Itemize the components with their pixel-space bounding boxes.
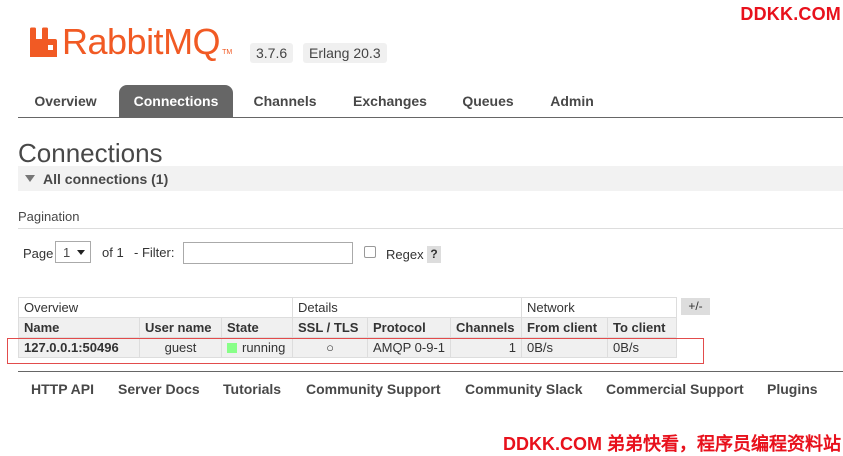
main-nav: Overview Connections Channels Exchanges … bbox=[18, 85, 843, 118]
tab-connections[interactable]: Connections bbox=[119, 85, 233, 117]
pagination-label: Pagination bbox=[18, 209, 80, 224]
footer: HTTP API Server Docs Tutorials Community… bbox=[18, 371, 843, 406]
tab-overview[interactable]: Overview bbox=[18, 85, 113, 117]
group-network: Network bbox=[521, 297, 678, 318]
row-highlight-annotation bbox=[7, 338, 704, 364]
footer-link-tutorials[interactable]: Tutorials bbox=[223, 381, 281, 397]
col-name[interactable]: Name bbox=[18, 317, 140, 338]
footer-link-server-docs[interactable]: Server Docs bbox=[118, 381, 200, 397]
all-connections-toggle[interactable]: All connections (1) bbox=[18, 166, 843, 191]
page-select-value: 1 bbox=[63, 245, 71, 260]
footer-link-commercial-support[interactable]: Commercial Support bbox=[606, 381, 744, 397]
pagination-divider bbox=[18, 228, 843, 229]
chevron-down-icon bbox=[77, 250, 85, 255]
footer-link-community-support[interactable]: Community Support bbox=[306, 381, 441, 397]
col-channels[interactable]: Channels bbox=[450, 317, 523, 338]
brand-tm: TM bbox=[222, 48, 233, 56]
columns-toggle-button[interactable]: +/- bbox=[681, 298, 710, 315]
version-badge: 3.7.6 bbox=[250, 43, 294, 63]
brand-name: RabbitMQ bbox=[62, 21, 221, 62]
group-overview: Overview bbox=[18, 297, 293, 318]
col-state[interactable]: State bbox=[221, 317, 293, 338]
filter-label: - Filter: bbox=[134, 245, 175, 260]
footer-link-plugins[interactable]: Plugins bbox=[767, 381, 818, 397]
tab-admin[interactable]: Admin bbox=[535, 85, 609, 117]
col-user-name[interactable]: User name bbox=[139, 317, 222, 338]
page-title: Connections bbox=[18, 138, 163, 168]
regex-help-button[interactable]: ? bbox=[427, 246, 441, 263]
page-of-label: of 1 bbox=[102, 245, 124, 260]
page-label: Page bbox=[23, 246, 54, 261]
collapse-triangle-icon bbox=[25, 175, 35, 182]
rabbitmq-logo[interactable]: RabbitMQ TM bbox=[29, 22, 232, 62]
rabbitmq-logo-icon bbox=[30, 27, 57, 57]
group-details: Details bbox=[291, 297, 523, 318]
footer-link-http-api[interactable]: HTTP API bbox=[31, 381, 94, 397]
tab-channels[interactable]: Channels bbox=[240, 85, 330, 117]
col-protocol[interactable]: Protocol bbox=[366, 317, 452, 338]
col-ssl-tls[interactable]: SSL / TLS bbox=[292, 317, 368, 338]
watermark-bottom: DDKK.COM 弟弟快看，程序员编程资料站 bbox=[503, 434, 841, 454]
page-select[interactable]: 1 bbox=[55, 241, 91, 263]
tab-exchanges[interactable]: Exchanges bbox=[340, 85, 440, 117]
footer-link-community-slack[interactable]: Community Slack bbox=[465, 381, 582, 397]
regex-label: Regex bbox=[386, 247, 424, 262]
tab-queues[interactable]: Queues bbox=[450, 85, 526, 117]
filter-input[interactable] bbox=[183, 242, 353, 264]
col-from-client[interactable]: From client bbox=[521, 317, 609, 338]
section-label: All connections (1) bbox=[43, 171, 169, 187]
watermark-top: DDKK.COM bbox=[740, 4, 841, 24]
regex-checkbox[interactable] bbox=[364, 246, 376, 258]
erlang-badge: Erlang 20.3 bbox=[303, 43, 387, 63]
col-to-client[interactable]: To client bbox=[607, 317, 678, 338]
